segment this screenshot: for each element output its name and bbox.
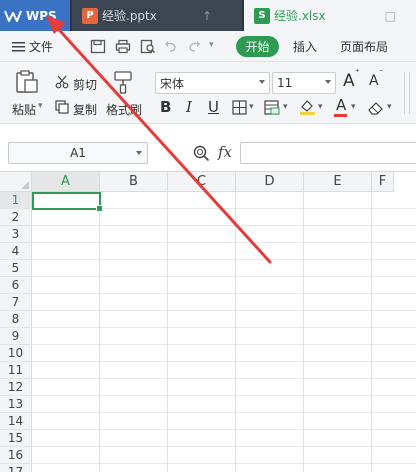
column-header-d[interactable]: D	[236, 172, 304, 192]
ribbon-divider	[404, 72, 405, 114]
tab-pptx-document[interactable]: P 经验.pptx ↑	[72, 0, 242, 31]
quick-access-dropdown-icon[interactable]: ▾	[209, 40, 214, 50]
tab-page-layout[interactable]: 页面布局	[340, 38, 388, 55]
column-header-f[interactable]: F	[372, 172, 394, 192]
spreadsheet-grid: ABCDEF 1 2 3 4 5 6 7 8 9 10 11 12 13 14 15 16 17	[0, 172, 416, 472]
presentation-file-icon: P	[82, 7, 98, 24]
paste-button[interactable]: 粘贴	[12, 101, 36, 118]
menu-bar: 文件 ▾ 开始 插入 页面布局	[0, 31, 416, 62]
increase-font-size-button[interactable]: A	[343, 71, 355, 91]
tab-wps-label: WPS	[26, 8, 57, 23]
file-menu-label: 文件	[29, 40, 54, 54]
row-header-2[interactable]: 2	[0, 209, 32, 226]
cell-area[interactable]	[32, 192, 416, 472]
row-header-16[interactable]: 16	[0, 447, 32, 464]
copy-button[interactable]: 复制	[73, 101, 97, 118]
italic-button[interactable]: I	[186, 98, 192, 116]
tab-wps-home[interactable]: WPS	[0, 0, 70, 31]
fill-color-dropdown-icon[interactable]: ▾	[318, 102, 323, 112]
active-cell-a1[interactable]	[32, 192, 103, 212]
hamburger-icon	[12, 42, 25, 52]
chevron-down-icon	[325, 80, 331, 84]
print-preview-icon[interactable]	[140, 39, 156, 54]
borders-icon[interactable]	[232, 100, 247, 115]
eraser-icon[interactable]	[367, 100, 384, 115]
format-painter-icon	[114, 71, 132, 94]
increase-font-arrow-icon: ⁺	[355, 68, 360, 78]
font-color-button[interactable]: A	[336, 96, 346, 114]
clear-dropdown-icon[interactable]: ▾	[387, 102, 392, 112]
decrease-font-size-button[interactable]: A	[369, 73, 379, 89]
row-header-12[interactable]: 12	[0, 379, 32, 396]
column-header-b[interactable]: B	[100, 172, 168, 192]
scissors-icon	[55, 75, 69, 89]
column-header-c[interactable]: C	[168, 172, 236, 192]
pin-icon[interactable]: ↑	[202, 9, 212, 23]
row-header-17[interactable]: 17	[0, 464, 32, 472]
select-all-corner[interactable]	[0, 172, 32, 192]
document-tab-bar: WPS P 经验.pptx ↑ S 经验.xlsx □	[0, 0, 416, 31]
save-icon[interactable]	[90, 39, 106, 54]
font-name-select[interactable]: 宋体	[155, 72, 270, 94]
name-box[interactable]: A1	[8, 142, 148, 164]
borders-dropdown-icon[interactable]: ▾	[249, 102, 254, 112]
tab-insert[interactable]: 插入	[293, 38, 317, 55]
font-size-value: 11	[277, 76, 293, 90]
cell-style-dropdown-icon[interactable]: ▾	[283, 102, 288, 112]
underline-button[interactable]: U	[208, 98, 219, 116]
decrease-font-arrow-icon: ⁻	[379, 68, 384, 78]
paste-icon[interactable]	[13, 70, 41, 94]
font-size-select[interactable]: 11	[272, 72, 336, 94]
row-header-15[interactable]: 15	[0, 430, 32, 447]
wps-window: WPS P 经验.pptx ↑ S 经验.xlsx □ 文件 ▾ 开始 插入 页…	[0, 0, 416, 472]
row-header-14[interactable]: 14	[0, 413, 32, 430]
tab-pptx-label: 经验.pptx	[102, 9, 157, 23]
row-header-13[interactable]: 13	[0, 396, 32, 413]
tab-xlsx-document[interactable]: S 经验.xlsx □	[244, 0, 416, 31]
close-tab-icon[interactable]: □	[385, 9, 396, 23]
row-header-11[interactable]: 11	[0, 362, 32, 379]
font-name-value: 宋体	[160, 76, 185, 91]
column-header-a[interactable]: A	[32, 172, 100, 192]
formula-bar: A1 fx	[0, 124, 416, 172]
wps-logo-icon	[4, 10, 22, 22]
fill-color-icon[interactable]	[299, 98, 316, 116]
chevron-down-icon	[136, 151, 142, 155]
cell-style-icon[interactable]	[264, 100, 280, 115]
row-header-10[interactable]: 10	[0, 345, 32, 362]
row-header-3[interactable]: 3	[0, 226, 32, 243]
row-header-5[interactable]: 5	[0, 260, 32, 277]
file-menu-button[interactable]: 文件	[12, 38, 53, 55]
font-color-dropdown-icon[interactable]: ▾	[351, 102, 356, 112]
row-header-8[interactable]: 8	[0, 311, 32, 328]
redo-icon[interactable]	[186, 39, 202, 54]
cell-reference-value: A1	[70, 146, 86, 160]
bold-button[interactable]: B	[160, 98, 171, 116]
row-header-6[interactable]: 6	[0, 277, 32, 294]
cut-button[interactable]: 剪切	[73, 76, 97, 93]
chevron-down-icon	[259, 80, 265, 84]
insert-function-button[interactable]: fx	[218, 143, 232, 161]
tab-start[interactable]: 开始	[236, 36, 279, 57]
spreadsheet-file-icon: S	[254, 7, 270, 24]
ribbon-divider	[409, 72, 410, 114]
tab-xlsx-label: 经验.xlsx	[274, 9, 326, 23]
copy-icon	[55, 100, 69, 114]
row-header-9[interactable]: 9	[0, 328, 32, 345]
row-header-7[interactable]: 7	[0, 294, 32, 311]
column-header-e[interactable]: E	[304, 172, 372, 192]
format-painter-button[interactable]: 格式刷	[106, 101, 142, 118]
print-icon[interactable]	[115, 39, 131, 54]
font-color-swatch	[334, 114, 347, 117]
zoom-icon[interactable]	[193, 145, 210, 162]
paste-dropdown-icon[interactable]: ▾	[38, 101, 43, 111]
ribbon-toolbar: 粘贴 ▾ 剪切 复制 格式刷 宋体 11 A ⁺ A ⁻ B I U ▾ ▾ ▾…	[0, 62, 416, 124]
row-header-1[interactable]: 1	[0, 192, 32, 209]
formula-input[interactable]	[240, 142, 416, 164]
undo-icon[interactable]	[163, 39, 179, 54]
row-header-4[interactable]: 4	[0, 243, 32, 260]
